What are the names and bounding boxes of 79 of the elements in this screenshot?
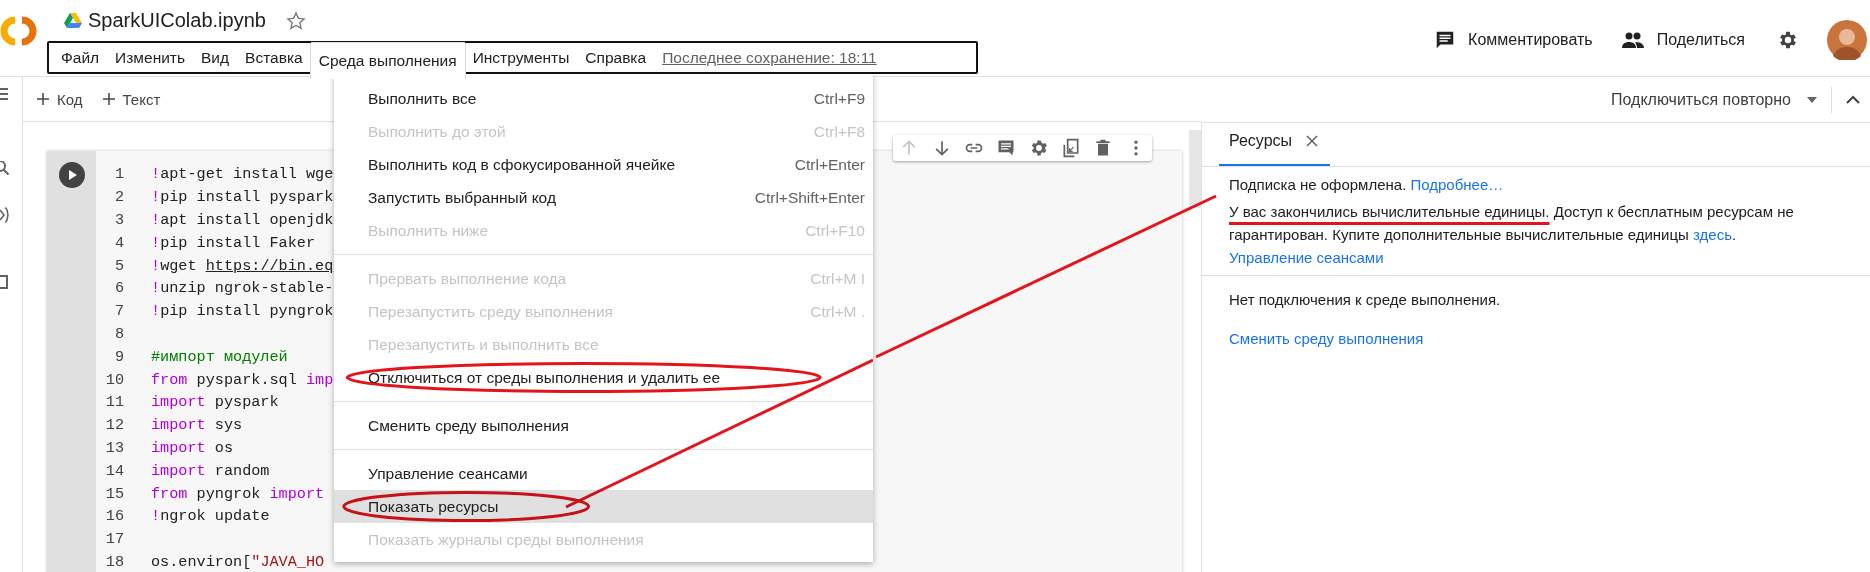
code-line: import random	[151, 461, 270, 480]
code-line: import os	[151, 438, 234, 457]
code-line: !unzip ngrok-stable-	[151, 279, 334, 298]
caret-icon[interactable]	[1807, 96, 1817, 103]
code-line: os.environ["JAVA_HO	[151, 552, 325, 571]
line-number: 15	[104, 484, 124, 503]
share-button[interactable]: Поделиться	[1620, 29, 1745, 51]
comment-icon[interactable]	[996, 138, 1017, 158]
menu-item[interactable]: Выполнить код в сфокусированной ячейке Ctrl+Enter	[334, 148, 873, 181]
line-number: 4	[113, 233, 124, 252]
line-number: 11	[104, 393, 124, 412]
line-number: 14	[104, 461, 124, 480]
menu-item[interactable]: Управление сеансами	[334, 457, 873, 490]
code-line: !apt install openjdk	[151, 211, 334, 229]
triangle-icon[interactable]	[64, 12, 82, 29]
plus-icon	[102, 93, 115, 105]
menu-item[interactable]: Сменить среду выполнения	[334, 409, 873, 442]
code-line: #импорт модулей	[151, 347, 288, 366]
star-icon[interactable]	[285, 10, 306, 31]
connection-status: Нет подключения к среде выполнения.	[1229, 290, 1502, 310]
menu-tab[interactable]: Вставка	[237, 43, 311, 72]
code-line: from pyspark.sql imp	[151, 370, 334, 389]
line-number: 13	[104, 438, 124, 457]
add-button[interactable]: Текст	[102, 90, 161, 108]
compute-units-text: У вас закончились вычислительные единицы. Доступ к бесплатным ресурсам не гарантирован. Купите дополнительные вычислительные единицы здесь.	[1229, 202, 1795, 245]
mirror-cell-icon[interactable]	[1061, 138, 1082, 158]
menu-item[interactable]: Отключиться от среды выполнения и удалить ее	[334, 361, 873, 394]
menu-tab[interactable]: Инструменты	[464, 43, 578, 72]
learn-more-link[interactable]: Подробнее…	[1410, 176, 1504, 193]
menu-tab[interactable]: Изменить	[107, 43, 194, 72]
last-saved-link[interactable]: Последнее сохранение: 18:11	[662, 48, 877, 67]
line-number: 17	[104, 530, 124, 549]
menu-tab[interactable]: Файл	[53, 43, 108, 72]
menu-tab[interactable]: Справка	[577, 43, 655, 72]
menu-item[interactable]: Запустить выбранный код Ctrl+Shift+Enter	[334, 181, 873, 214]
code-line: !pip install Faker	[151, 233, 316, 252]
menu-item[interactable]: Выполнить все Ctrl+F9	[334, 82, 873, 115]
line-number: 5	[113, 256, 124, 275]
line-number: 18	[104, 552, 124, 571]
scrollbar[interactable]	[1189, 130, 1201, 208]
manage-sessions-link[interactable]: Управление сеансами	[1229, 249, 1384, 266]
code-line: import sys	[151, 416, 243, 435]
line-number: 8	[113, 324, 124, 343]
subscription-text: Подписка не оформлена. Подробнее…	[1229, 175, 1505, 195]
notebook-title[interactable]: SparkUIColab.ipynb	[88, 9, 266, 32]
plus-icon	[37, 93, 49, 105]
line-number: 16	[104, 507, 124, 526]
logo-icon[interactable]	[0, 14, 38, 48]
menu-tab[interactable]: Вид	[193, 43, 238, 72]
code-line: !wget https://bin.eq	[151, 256, 334, 275]
close-icon[interactable]	[1306, 135, 1319, 147]
line-number: 9	[113, 347, 124, 366]
comment-button[interactable]: Комментировать	[1434, 29, 1593, 51]
menu-item[interactable]: Показать ресурсы	[334, 490, 873, 523]
code-line: from pyngrok import	[151, 484, 325, 503]
line-number: 1	[113, 165, 124, 184]
buy-here-link[interactable]: здесь	[1693, 226, 1732, 243]
line-number: 10	[104, 370, 124, 389]
menu-tab[interactable]: Среда выполнения	[310, 43, 465, 79]
search-icon[interactable]	[0, 161, 9, 175]
chevron-up-icon[interactable]	[1846, 95, 1860, 104]
reconnect-button[interactable]: Подключиться повторно	[1611, 90, 1791, 109]
settings-icon[interactable]	[1777, 29, 1799, 51]
code-line: !pip install pyspark	[151, 188, 334, 207]
line-number: 7	[113, 302, 124, 321]
code-line: !ngrok update	[151, 507, 270, 526]
code-line: import pyspark	[151, 393, 279, 412]
line-number: 2	[113, 188, 124, 207]
change-runtime-link[interactable]: Сменить среду выполнения	[1229, 330, 1424, 347]
line-number: 6	[113, 279, 124, 298]
add-button[interactable]: Код	[37, 90, 83, 108]
panel-tab[interactable]: Ресурсы	[1219, 132, 1331, 166]
code-line: !apt-get install wge	[151, 165, 334, 184]
menu-icon[interactable]	[0, 87, 8, 101]
line-number: 12	[104, 416, 124, 435]
run-button[interactable]	[59, 162, 85, 188]
code-line: !pip install pyngrok	[151, 302, 334, 321]
avatar[interactable]	[1827, 20, 1867, 60]
line-number: 3	[113, 211, 124, 229]
